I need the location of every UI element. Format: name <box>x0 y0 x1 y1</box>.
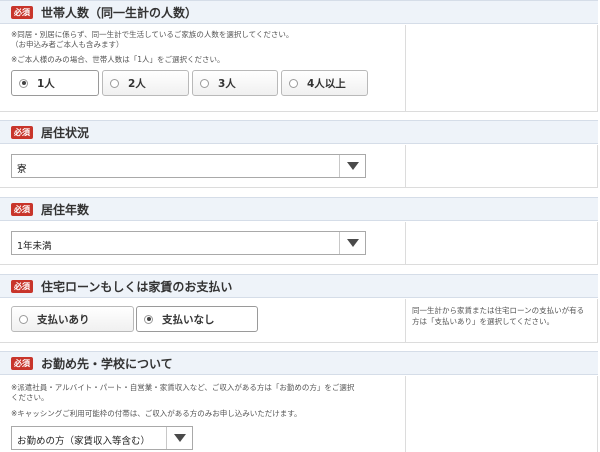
household-option-label: 1人 <box>37 77 55 90</box>
loan-title: 住宅ローンもしくは家賃のお支払い <box>41 279 233 294</box>
household-option-label: 2人 <box>128 77 146 90</box>
loan-help-line-1: 同一生計から家賃または住宅ローンの支払いが有る <box>412 306 585 315</box>
household-note-1: ※同居・別居に係らず、同一生計で生活しているご家族の人数を選択してください。 <box>11 30 294 39</box>
radio-indicator <box>19 78 28 88</box>
chevron-down-icon[interactable] <box>339 155 365 177</box>
household-option-label: 3人 <box>218 77 236 90</box>
chevron-down-icon[interactable] <box>339 232 365 254</box>
years-help-cell <box>406 222 598 265</box>
work-help-cell <box>406 376 598 452</box>
residence-select-value: 寮 <box>17 164 27 175</box>
radio-indicator <box>289 78 298 88</box>
work-note-1: ※派遣社員・アルバイト・パート・自営業・家賃収入など、ご収入がある方は「お勤めの… <box>11 383 355 392</box>
required-badge: 必須 <box>11 279 33 293</box>
household-title: 世帯人数（同一生計の人数） <box>41 5 198 20</box>
years-title: 居住年数 <box>41 202 90 217</box>
work-select[interactable]: お勤めの方（家賃収入等含む） <box>11 426 193 450</box>
loan-option-no[interactable]: 支払いなし <box>136 306 258 332</box>
years-select-value: 1年未満 <box>17 241 52 252</box>
loan-section-header: 必須 住宅ローンもしくは家賃のお支払い <box>0 274 598 298</box>
years-select[interactable]: 1年未満 <box>11 231 366 255</box>
radio-indicator <box>200 78 209 88</box>
work-select-value: お勤めの方（家賃収入等含む） <box>17 436 151 447</box>
residence-title: 居住状況 <box>41 125 90 140</box>
years-body: 1年未満 <box>0 222 406 265</box>
residence-select[interactable]: 寮 <box>11 154 366 178</box>
loan-help-cell: 同一生計から家賃または住宅ローンの支払いが有る 方は「支払いあり」を選択してくだ… <box>406 299 598 343</box>
work-section-header: 必須 お勤め先・学校について <box>0 351 598 375</box>
loan-body: 支払いあり 支払いなし <box>0 299 406 343</box>
household-option-4plus[interactable]: 4人以上 <box>281 70 368 96</box>
household-option-1[interactable]: 1人 <box>11 70 99 96</box>
residence-help-cell <box>406 145 598 188</box>
household-help-cell <box>406 25 598 112</box>
household-body: ※同居・別居に係らず、同一生計で生活しているご家族の人数を選択してください。 （… <box>0 25 406 112</box>
radio-indicator <box>110 78 119 88</box>
household-option-2[interactable]: 2人 <box>102 70 189 96</box>
loan-help-line-2: 方は「支払いあり」を選択してください。 <box>412 317 555 326</box>
years-section-header: 必須 居住年数 <box>0 197 598 221</box>
loan-option-label: 支払いなし <box>162 313 215 326</box>
household-option-3[interactable]: 3人 <box>192 70 278 96</box>
household-option-label: 4人以上 <box>307 77 346 90</box>
required-badge: 必須 <box>11 5 33 19</box>
residence-section-header: 必須 居住状況 <box>0 120 598 144</box>
work-note-2: ください。 <box>11 393 49 402</box>
work-note-3: ※キャッシングご利用可能枠の付帯は、ご収入がある方のみお申し込みいただけます。 <box>11 409 302 418</box>
household-section-header: 必須 世帯人数（同一生計の人数） <box>0 0 598 24</box>
required-badge: 必須 <box>11 125 33 139</box>
required-badge: 必須 <box>11 202 33 216</box>
loan-option-label: 支払いあり <box>37 313 90 326</box>
household-note-3: ※ご本人様のみの場合、世帯人数は「1人」をご選択ください。 <box>11 55 225 64</box>
required-badge: 必須 <box>11 356 33 370</box>
household-note-2: （お申込み者ご本人も含みます） <box>11 40 124 49</box>
loan-option-yes[interactable]: 支払いあり <box>11 306 134 332</box>
work-body: ※派遣社員・アルバイト・パート・自営業・家賃収入など、ご収入がある方は「お勤めの… <box>0 376 406 452</box>
chevron-down-icon[interactable] <box>166 427 192 449</box>
radio-indicator <box>19 314 28 324</box>
work-title: お勤め先・学校について <box>41 356 173 371</box>
residence-body: 寮 <box>0 145 406 188</box>
radio-indicator <box>144 314 153 324</box>
